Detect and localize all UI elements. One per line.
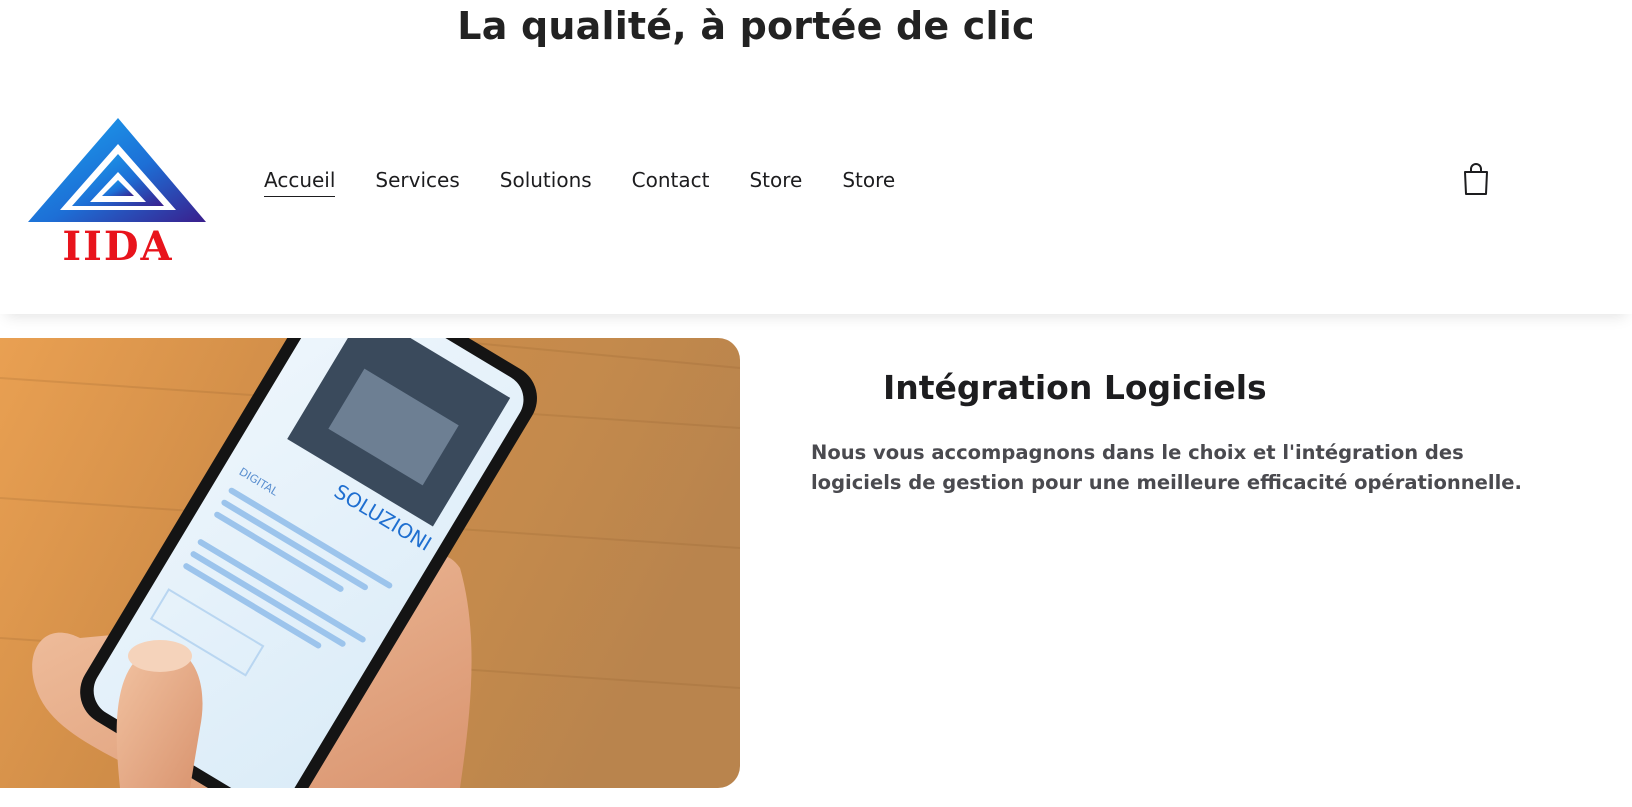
site-logo[interactable]: IIDA [26, 114, 210, 270]
hero-phone-image: SOLUZIONI DIGITAL [0, 338, 740, 788]
nav-item-store[interactable]: Store [749, 168, 802, 196]
service-description: Nous vous accompagnons dans le choix et … [811, 441, 1522, 494]
nav-item-solutions[interactable]: Solutions [500, 168, 592, 196]
site-header: IIDA Accueil Services Solutions Contact … [0, 84, 1632, 314]
nav-item-contact[interactable]: Contact [632, 168, 710, 196]
page-tagline: La qualité, à portée de clic [457, 4, 1035, 48]
nav-item-store-2[interactable]: Store [842, 168, 895, 196]
shopping-bag-icon[interactable] [1462, 162, 1490, 196]
nav-item-accueil[interactable]: Accueil [264, 168, 336, 197]
nav-item-services[interactable]: Services [375, 168, 459, 196]
logo-wordmark: IIDA [62, 223, 173, 264]
service-title: Intégration Logiciels [883, 368, 1267, 407]
